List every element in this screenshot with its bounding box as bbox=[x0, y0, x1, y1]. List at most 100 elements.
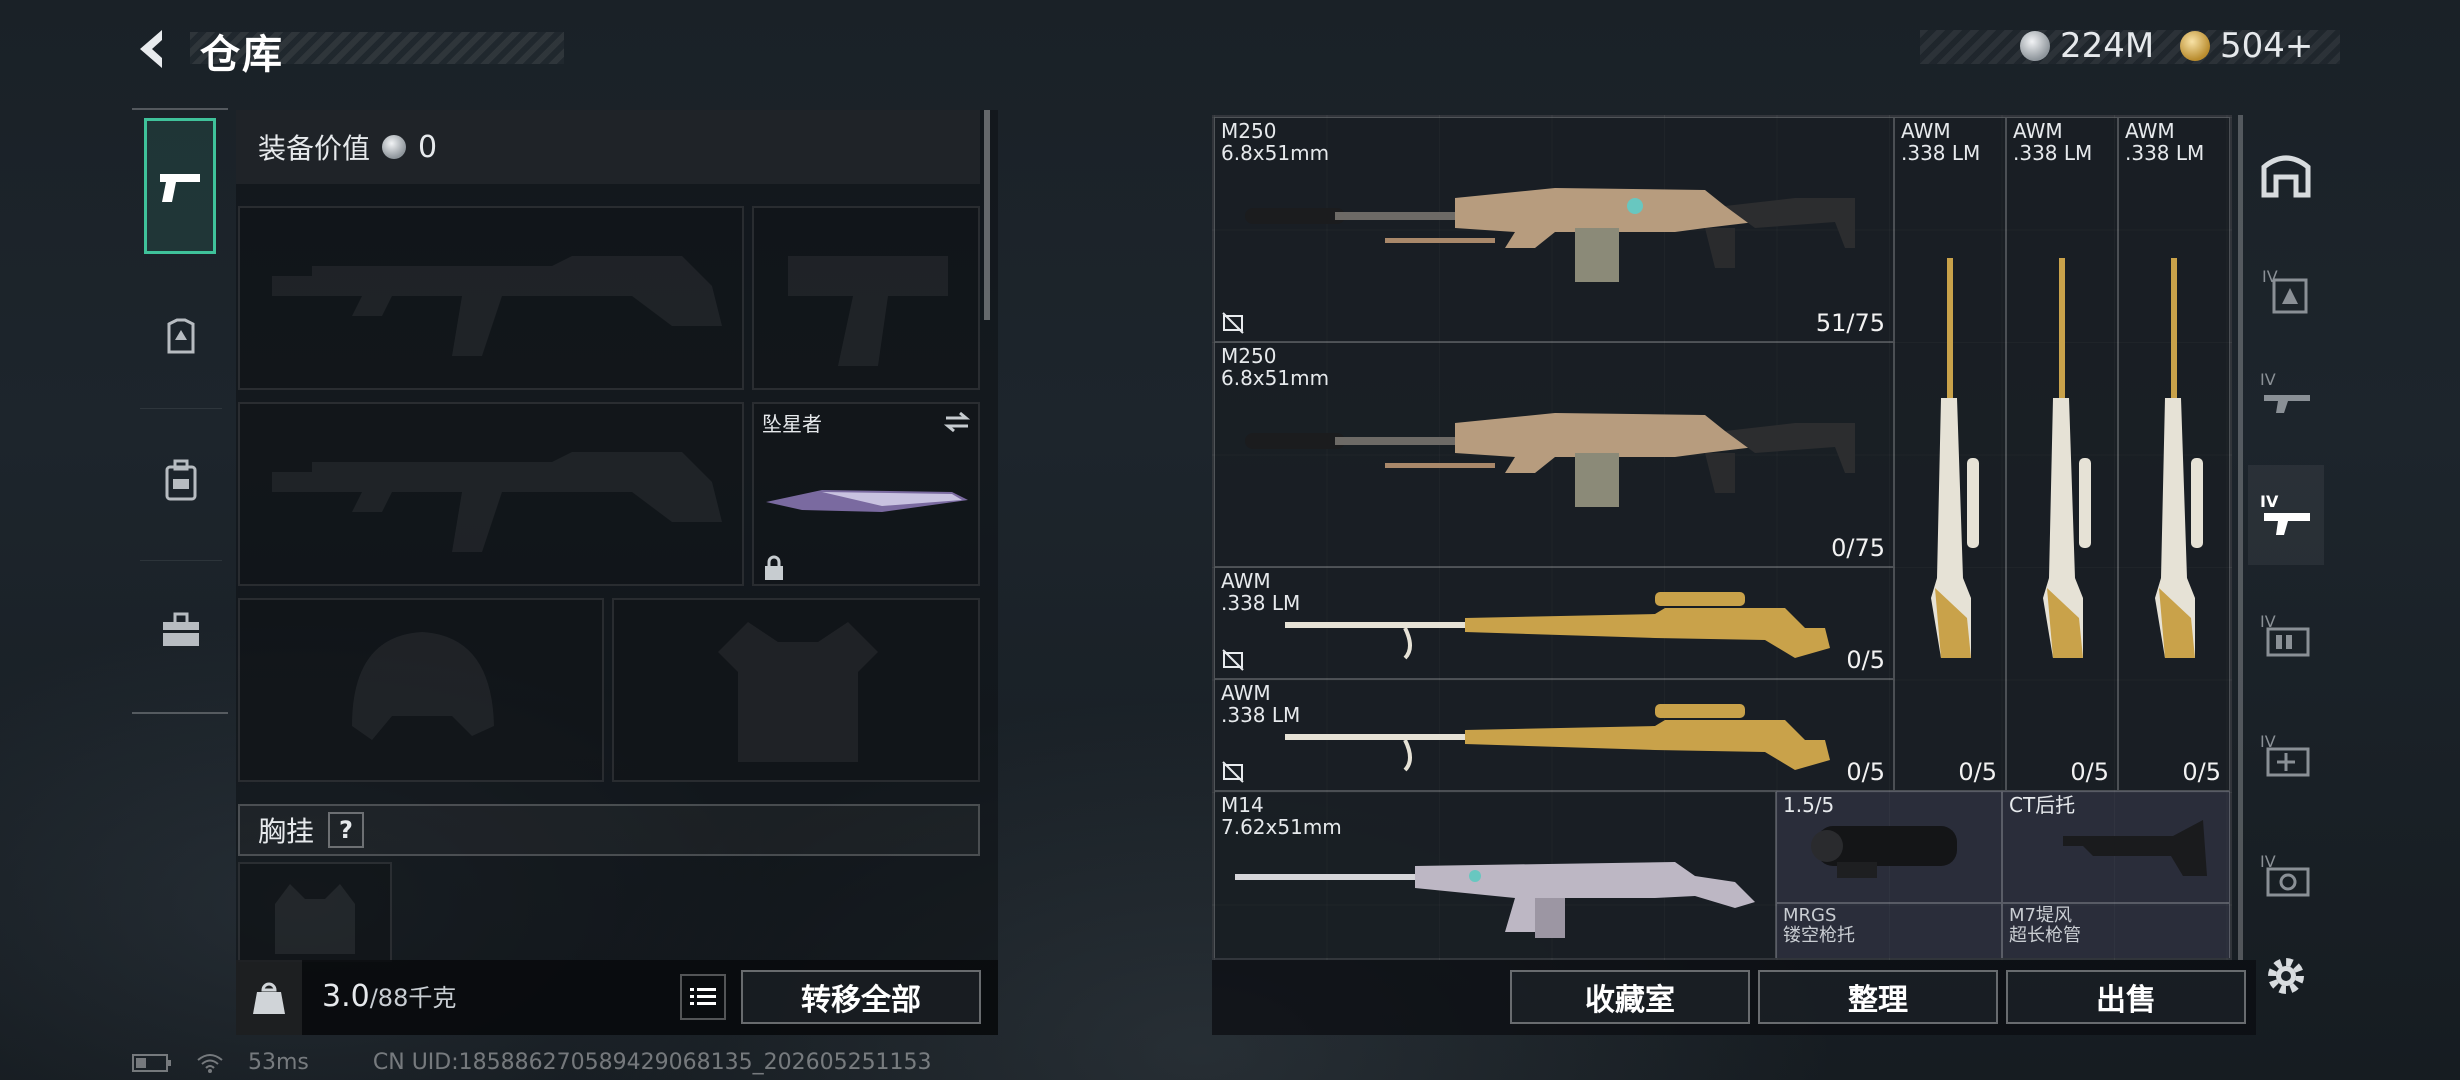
stash-item-awm[interactable]: AWM .338 LM 0/5 bbox=[1214, 567, 1894, 679]
ammo-tab-icon: IV bbox=[2260, 612, 2310, 657]
awm-sniper-rifle-icon bbox=[1931, 258, 1979, 658]
stash-tab-iv-gear[interactable]: IV bbox=[2248, 240, 2324, 340]
stash-item-awm[interactable]: AWM .338 LM 0/5 bbox=[1894, 117, 2006, 791]
no-insure-icon bbox=[1222, 649, 1244, 671]
item-durability: 0/5 bbox=[1958, 758, 1997, 786]
weight-readout: 3.0 /88千克 bbox=[322, 978, 456, 1014]
primary-weapon-slot[interactable] bbox=[238, 206, 744, 390]
equipment-value-label: 装备价值 bbox=[258, 132, 371, 165]
item-durability: 51/75 bbox=[1815, 309, 1885, 337]
chest-rig-slot[interactable] bbox=[238, 862, 392, 962]
stash-tab-iv-ammo[interactable]: IV bbox=[2248, 585, 2324, 685]
stash-tab-iv-weapons[interactable]: IV bbox=[2248, 465, 2324, 565]
stash-tab-iv-rifles[interactable]: IV bbox=[2248, 343, 2324, 443]
gold-currency[interactable]: 504+ bbox=[2180, 26, 2313, 66]
item-durability: 0/5 bbox=[1846, 758, 1885, 786]
equipment-value: 0 bbox=[418, 129, 438, 165]
stash-item-awm[interactable]: AWM .338 LM 0/5 bbox=[2118, 117, 2230, 791]
weight-icon bbox=[253, 982, 285, 1014]
capacity-bar: 3.0 /88千克 转移全部 bbox=[236, 960, 998, 1035]
back-arrow-icon bbox=[140, 30, 162, 68]
stash-scrollbar[interactable] bbox=[2238, 115, 2243, 960]
rifle-silhouette-icon bbox=[272, 452, 722, 552]
rifle-tab-icon: IV bbox=[2260, 370, 2310, 413]
svg-text:IV: IV bbox=[2260, 370, 2276, 389]
list-icon bbox=[690, 988, 716, 1005]
stash-grid: M250 6.8x51mm 51/75 M250 6.8x51mm 0/75 A… bbox=[1212, 115, 2232, 960]
chest-rig-silhouette-icon bbox=[275, 884, 355, 954]
secondary-weapon-slot[interactable] bbox=[238, 402, 744, 586]
item-name: M7堤风 超长枪管 bbox=[2009, 905, 2081, 946]
category-case[interactable] bbox=[140, 570, 222, 690]
settings-button[interactable] bbox=[2262, 952, 2310, 1000]
help-icon[interactable]: ? bbox=[328, 812, 365, 848]
stash-item-scope[interactable]: 1.5/5 bbox=[1776, 791, 2002, 903]
sell-button[interactable]: 出售 bbox=[2006, 970, 2246, 1024]
status-footer: 53ms CN UID:18588627058942906813​5_20260… bbox=[132, 1050, 932, 1075]
body-armor-slot[interactable] bbox=[612, 598, 980, 782]
stash-item-m250[interactable]: M250 6.8x51mm 51/75 bbox=[1214, 117, 1894, 342]
silver-coin-icon bbox=[2020, 31, 2050, 61]
equipment-panel: 装备价值 0 坠星者 胸挂 ? bbox=[236, 110, 998, 1035]
item-durability: 0/5 bbox=[2182, 758, 2221, 786]
no-insure-icon bbox=[1222, 312, 1244, 334]
melee-name: 坠星者 bbox=[762, 412, 822, 436]
weight-icon-box bbox=[236, 960, 302, 1035]
collection-room-button[interactable]: 收藏室 bbox=[1510, 970, 1750, 1024]
stash-tab-iv-medical[interactable]: IV bbox=[2248, 705, 2324, 805]
helmet-slot[interactable] bbox=[238, 598, 604, 782]
chest-rig-label: 胸挂 bbox=[258, 815, 315, 848]
awm-sniper-rifle-icon bbox=[1285, 704, 1830, 772]
item-name: AWM .338 LM bbox=[2125, 119, 2205, 165]
silver-amount: 224M bbox=[2060, 26, 2155, 66]
chest-rig-header: 胸挂 ? bbox=[238, 804, 980, 856]
list-view-button[interactable] bbox=[680, 974, 726, 1020]
back-button[interactable] bbox=[132, 26, 178, 72]
helmet-silhouette-icon bbox=[352, 632, 494, 740]
stash-item-awm[interactable]: AWM .338 LM 0/5 bbox=[2006, 117, 2118, 791]
equipment-value-bar: 装备价值 0 bbox=[236, 110, 980, 184]
pistol-icon bbox=[160, 174, 200, 202]
stash-item-m7-barrel[interactable]: M7堤风 超长枪管 bbox=[2002, 903, 2230, 958]
backpack-icon bbox=[165, 459, 197, 501]
category-backpack[interactable] bbox=[140, 420, 222, 540]
sort-button[interactable]: 整理 bbox=[1758, 970, 1998, 1024]
no-insure-icon bbox=[1222, 761, 1244, 783]
gold-amount: 504+ bbox=[2220, 26, 2314, 66]
pistol-slot[interactable] bbox=[752, 206, 980, 390]
m250-machine-gun-icon bbox=[1245, 188, 1855, 282]
knife-icon bbox=[766, 490, 968, 512]
awm-sniper-rifle-icon bbox=[1285, 592, 1830, 660]
item-name: MRGS 镂空枪托 bbox=[1783, 905, 1855, 946]
stash-item-awm[interactable]: AWM .338 LM 0/5 bbox=[1214, 679, 1894, 791]
gear-tab-icon: IV bbox=[2262, 267, 2308, 314]
briefcase-icon bbox=[163, 612, 199, 646]
m14-rifle-icon bbox=[1235, 862, 1755, 938]
stash-tab-main[interactable] bbox=[2248, 123, 2324, 223]
armor-icon bbox=[167, 318, 195, 354]
stash-item-ct-stock[interactable]: CT后托 bbox=[2002, 791, 2230, 903]
wifi-icon bbox=[197, 1053, 223, 1073]
lock-icon bbox=[765, 555, 783, 580]
battery-icon bbox=[132, 1053, 171, 1072]
category-weapons[interactable] bbox=[144, 118, 216, 254]
stash-item-m14[interactable]: M14 7.62x51mm bbox=[1214, 791, 1776, 958]
scrollbar[interactable] bbox=[984, 110, 990, 320]
svg-text:IV: IV bbox=[2260, 492, 2279, 511]
scope-icon bbox=[1811, 826, 1957, 878]
ping-value: 53ms bbox=[248, 1050, 309, 1075]
stash-item-m250[interactable]: M250 6.8x51mm 0/75 bbox=[1214, 342, 1894, 567]
weight-value: 3.0 bbox=[322, 979, 370, 1014]
melee-slot[interactable]: 坠星者 bbox=[752, 402, 980, 586]
category-gear[interactable] bbox=[140, 278, 222, 398]
stock-icon bbox=[2063, 820, 2207, 876]
swap-icon[interactable] bbox=[942, 410, 972, 434]
awm-sniper-rifle-icon bbox=[2155, 258, 2203, 658]
stash-action-bar: 收藏室 整理 出售 bbox=[1212, 960, 2256, 1035]
item-durability: 0/5 bbox=[1846, 646, 1885, 674]
stash-tab-iv-misc[interactable]: IV bbox=[2248, 825, 2324, 925]
gear-icon bbox=[2268, 958, 2304, 994]
weapon-tab-icon: IV bbox=[2260, 492, 2310, 535]
stash-item-mrgs-stock[interactable]: MRGS 镂空枪托 bbox=[1776, 903, 2002, 958]
transfer-all-button[interactable]: 转移全部 bbox=[741, 970, 981, 1024]
